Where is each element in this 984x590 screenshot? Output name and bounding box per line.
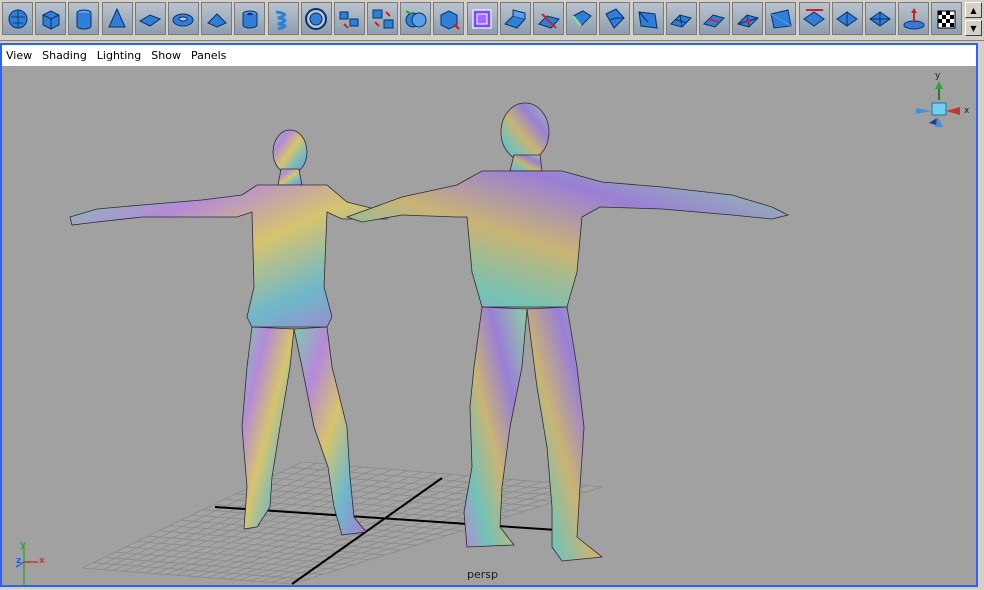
poly-pipe-icon <box>242 10 258 28</box>
uv-texture-editor-button[interactable] <box>898 2 930 35</box>
poke-face-button[interactable] <box>765 2 797 35</box>
cylindrical-mapping-icon <box>836 10 859 27</box>
panel-menubar: View Shading Lighting Show Panels <box>2 45 976 67</box>
menu-view[interactable]: View <box>6 49 32 62</box>
model-panel: View Shading Lighting Show Panels y x y … <box>0 41 984 590</box>
shelf-scroll-down-button[interactable]: ▼ <box>965 20 982 36</box>
merge-vertices-button[interactable] <box>698 2 730 35</box>
extrude-edge-button[interactable] <box>632 2 664 35</box>
poke-face-icon <box>770 8 792 29</box>
poly-plane-button[interactable] <box>134 2 166 35</box>
menu-shading[interactable]: Shading <box>42 49 87 62</box>
planar-mapping-button[interactable] <box>798 2 830 35</box>
polygon-shelf: ▲ ▼ <box>0 0 984 41</box>
checker-texture-button[interactable] <box>931 2 963 35</box>
poly-cylinder-button[interactable] <box>68 2 100 35</box>
split-polygon-icon <box>537 12 560 29</box>
poly-cone-button[interactable] <box>101 2 133 35</box>
shelf-icons <box>2 2 964 36</box>
bevel-button[interactable] <box>566 2 598 35</box>
smooth-proxy-icon <box>472 8 492 29</box>
separate-icon <box>372 9 394 28</box>
perspective-viewport[interactable]: y x y z x persp <box>2 67 976 585</box>
planar-mapping-icon <box>803 8 825 27</box>
subdivide-icon <box>670 13 693 28</box>
smooth-proxy-button[interactable] <box>466 2 498 35</box>
poly-soccer-ball-icon <box>305 7 328 30</box>
smooth-icon <box>440 9 460 30</box>
view-cube-y-label: y <box>935 71 941 81</box>
wedge-face-button[interactable] <box>599 2 631 35</box>
poly-sphere-button[interactable] <box>2 2 33 35</box>
combine-icon <box>339 11 359 29</box>
poly-cube-button[interactable] <box>35 2 67 35</box>
poly-torus-icon <box>172 13 194 26</box>
boolean-union-icon <box>405 9 427 27</box>
smooth-button[interactable] <box>433 2 465 35</box>
poly-sphere-icon <box>8 9 27 28</box>
shelf-scroll-up-button[interactable]: ▲ <box>965 2 982 18</box>
poly-cone-icon <box>108 7 126 27</box>
bevel-icon <box>571 9 592 27</box>
poly-soccer-ball-button[interactable] <box>300 2 332 35</box>
active-panel-frame: View Shading Lighting Show Panels y x y … <box>0 43 978 587</box>
boolean-union-button[interactable] <box>400 2 432 35</box>
poly-cylinder-icon <box>76 9 92 29</box>
extrude-edge-icon <box>638 10 658 29</box>
view-cube-x-label: x <box>964 106 970 116</box>
menu-lighting[interactable]: Lighting <box>97 49 141 62</box>
shelf-scrollbar[interactable]: ▲ ▼ <box>965 1 982 37</box>
axis-y-label: y <box>20 540 26 550</box>
poly-torus-button[interactable] <box>167 2 199 35</box>
viewport-scene <box>15 81 960 585</box>
poly-helix-button[interactable] <box>267 2 299 35</box>
separate-button[interactable] <box>367 2 399 35</box>
append-polygon-icon <box>736 13 759 28</box>
poly-prism-button[interactable] <box>201 2 233 35</box>
poly-plane-icon <box>139 13 162 27</box>
menu-panels[interactable]: Panels <box>191 49 226 62</box>
poly-helix-icon <box>275 10 287 30</box>
view-cube[interactable] <box>916 81 960 127</box>
automatic-mapping-icon <box>869 10 892 27</box>
combine-button[interactable] <box>333 2 365 35</box>
menu-show[interactable]: Show <box>151 49 181 62</box>
split-polygon-button[interactable] <box>533 2 564 35</box>
poly-cube-icon <box>42 9 60 30</box>
merge-vertices-icon <box>703 13 726 28</box>
automatic-mapping-button[interactable] <box>864 2 896 35</box>
axis-x-label: x <box>39 556 45 566</box>
append-polygon-button[interactable] <box>732 2 764 35</box>
camera-name-label: persp <box>467 568 498 581</box>
cylindrical-mapping-button[interactable] <box>831 2 863 35</box>
poly-pipe-button[interactable] <box>234 2 266 35</box>
subdivide-button[interactable] <box>665 2 697 35</box>
axis-indicator <box>15 547 38 585</box>
extrude-face-icon <box>504 8 527 29</box>
uv-texture-editor-icon <box>903 7 925 29</box>
checker-texture-icon <box>937 10 956 28</box>
wedge-face-icon <box>605 7 625 29</box>
poly-prism-icon <box>206 12 227 28</box>
axis-z-label: z <box>16 556 22 566</box>
character-model-front[interactable] <box>62 129 388 547</box>
extrude-face-button[interactable] <box>499 2 531 35</box>
